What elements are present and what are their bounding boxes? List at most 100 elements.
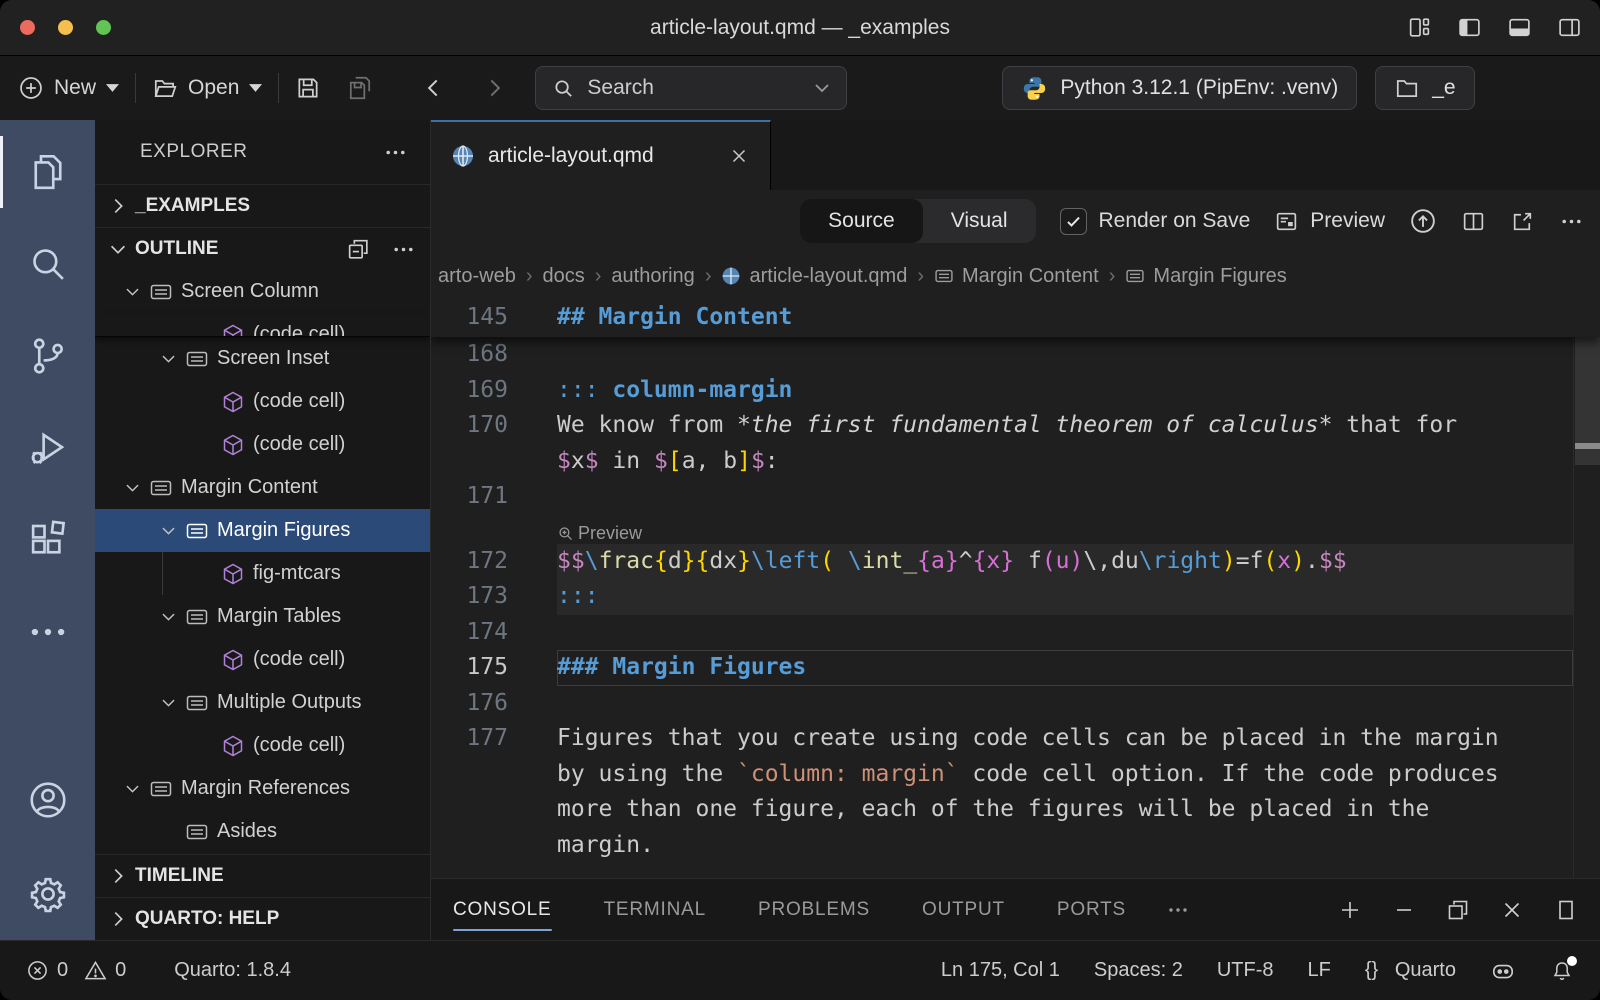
workspace-folder-button[interactable]: _e [1375,66,1474,110]
breadcrumb-item[interactable]: Margin Figures [1123,265,1288,288]
more-panel-tabs-icon[interactable] [1166,879,1190,940]
outline-item-margin-content[interactable]: Margin Content [95,466,430,509]
checkbox-checked-icon [1060,208,1087,235]
minimize-window-button[interactable] [58,20,73,35]
save-button[interactable] [295,75,321,101]
panel-layout-icon[interactable] [1554,898,1578,922]
status-item-spaces-2[interactable]: Spaces: 2 [1094,959,1183,982]
status-item-copilot[interactable] [1490,958,1516,984]
panel-tab-console[interactable]: CONSOLE [453,879,552,940]
activity-item-account[interactable] [0,754,95,846]
code-line-174: 174 [431,615,1600,651]
status-item-utf-8[interactable]: UTF-8 [1217,959,1274,982]
sidebar-section-quarto-help[interactable]: QUARTO: HELP [95,897,430,940]
status-item-quarto[interactable]: {}Quarto [1365,959,1456,982]
chevron-spacer [195,323,221,338]
panel-tab-terminal[interactable]: TERMINAL [604,879,706,940]
publish-icon[interactable] [1409,207,1437,235]
restore-panel-icon[interactable] [1446,898,1470,922]
chevron-down-icon[interactable] [123,280,149,304]
minimize-panel-icon[interactable] [1392,898,1416,922]
visual-mode-button[interactable]: Visual [923,209,1036,233]
activity-item-more[interactable] [0,586,95,678]
breadcrumb-item[interactable]: authoring [609,265,696,288]
chevron-down-icon[interactable] [123,777,149,801]
breadcrumb-item[interactable]: Margin Content [932,265,1101,288]
problems-status[interactable]: 0 0 [26,959,126,982]
activity-item-extensions[interactable] [0,494,95,586]
sidebar-right-icon[interactable] [1557,15,1582,40]
panel-bottom-filled-icon[interactable] [1507,15,1532,40]
status-item-lf[interactable]: LF [1308,959,1331,982]
activity-item-settings[interactable] [0,848,95,940]
activity-item-source-control[interactable] [0,310,95,402]
activity-item-run-debug[interactable] [0,402,95,494]
outline-item-margin-tables[interactable]: Margin Tables [95,595,430,638]
more-actions-icon[interactable] [391,237,416,262]
chevron-down-icon[interactable] [123,476,149,500]
activity-item-explorer[interactable] [0,126,95,218]
status-item-ln-175-col-1[interactable]: Ln 175, Col 1 [941,959,1060,982]
chevron-down-icon[interactable] [159,519,185,543]
breadcrumb-item[interactable]: docs [540,265,586,288]
outline-item--code-cell-[interactable]: (code cell) [95,423,430,466]
new-button[interactable]: New [18,75,119,101]
outline-item-margin-figures[interactable]: Margin Figures [95,509,430,552]
interpreter-selector[interactable]: Python 3.12.1 (PipEnv: .venv) [1002,66,1357,110]
editor-scrollbar[interactable] [1573,300,1600,878]
outline-item-asides[interactable]: Asides [95,810,430,853]
codelens-preview[interactable]: Preview [431,515,1600,544]
save-all-button[interactable] [347,75,373,101]
outline-item-screen-inset[interactable]: Screen Inset [95,337,430,380]
open-external-icon[interactable] [1510,209,1535,234]
collapse-all-icon[interactable] [346,237,371,262]
preview-button[interactable]: Preview [1274,209,1385,234]
close-icon[interactable] [728,145,750,167]
tab-label: article-layout.qmd [488,144,654,168]
new-console-icon[interactable] [1338,898,1362,922]
breadcrumb-item[interactable]: arto-web [436,265,518,288]
sidebar: EXPLORER _EXAMPLES OUTLINE Screen Column… [95,120,430,940]
panel-actions [1338,879,1578,940]
chevron-down-icon[interactable] [159,605,185,629]
chevron-down-icon[interactable] [159,347,185,371]
sidebar-section-examples[interactable]: _EXAMPLES [95,184,430,227]
line-number: 177 [431,721,508,757]
open-button[interactable]: Open [152,75,262,101]
outline-item--code-cell-[interactable]: (code cell) [95,724,430,767]
panel-tab-output[interactable]: OUTPUT [922,879,1005,940]
sidebar-left-filled-icon[interactable] [1457,15,1482,40]
search-input[interactable]: Search [535,66,847,110]
outline-item--code-cell-[interactable]: (code cell) [95,638,430,681]
breadcrumb-item[interactable]: article-layout.qmd [719,265,909,288]
code-editor[interactable]: 145## Margin Content168169::: column-mar… [431,300,1600,878]
outline-item-multiple-outputs[interactable]: Multiple Outputs [95,681,430,724]
outline-item-label: Multiple Outputs [217,691,362,714]
status-item-bell[interactable] [1550,959,1574,983]
zoom-window-button[interactable] [96,20,111,35]
source-mode-button[interactable]: Source [800,199,923,243]
close-window-button[interactable] [20,20,35,35]
layout-grid-icon[interactable] [1407,15,1432,40]
forward-button[interactable] [481,75,507,101]
panel-tab-ports[interactable]: PORTS [1057,879,1126,940]
tab-article-layout[interactable]: article-layout.qmd [431,120,771,190]
sidebar-section-timeline[interactable]: TIMELINE [95,854,430,897]
render-on-save-toggle[interactable]: Render on Save [1060,208,1251,235]
more-actions-icon[interactable] [383,140,408,165]
outline-item-screen-column[interactable]: Screen Column [95,270,430,313]
outline-item--code-cell-[interactable]: (code cell) [95,313,430,337]
panel-tab-problems[interactable]: PROBLEMS [758,879,870,940]
sidebar-section-outline[interactable]: OUTLINE [95,227,430,270]
quarto-version-status[interactable]: Quarto: 1.8.4 [174,959,291,982]
close-panel-icon[interactable] [1500,898,1524,922]
more-actions-icon[interactable] [1559,209,1584,234]
outline-item-fig-mtcars[interactable]: fig-mtcars [95,552,430,595]
code-line-content [557,337,1573,373]
activity-item-search[interactable] [0,218,95,310]
split-editor-icon[interactable] [1461,209,1486,234]
outline-item--code-cell-[interactable]: (code cell) [95,380,430,423]
outline-item-margin-references[interactable]: Margin References [95,767,430,810]
chevron-down-icon[interactable] [159,691,185,715]
back-button[interactable] [421,75,447,101]
